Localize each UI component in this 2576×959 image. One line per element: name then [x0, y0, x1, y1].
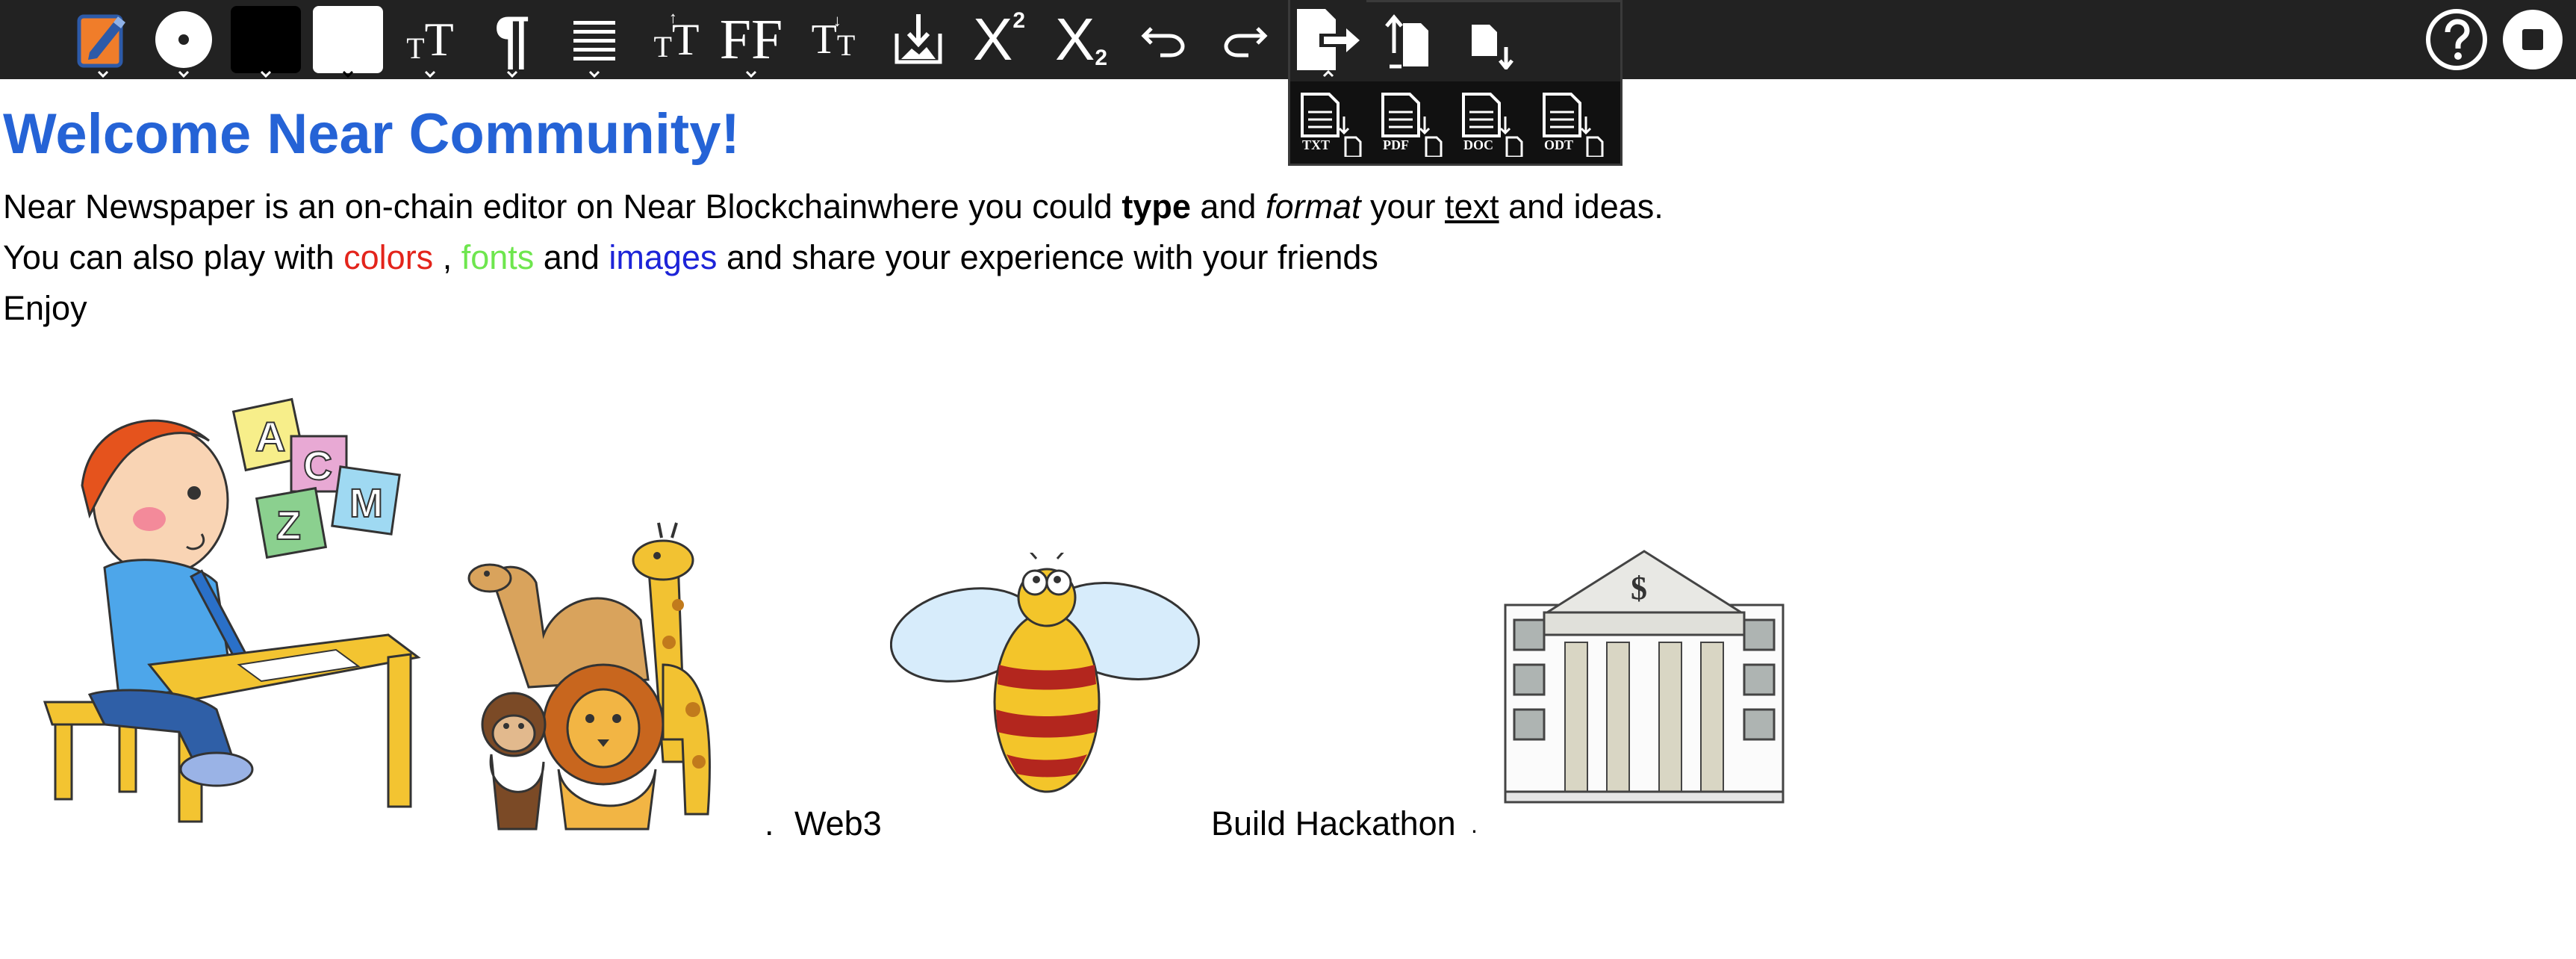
svg-text:M: M — [349, 481, 383, 526]
chevron-down-icon — [588, 70, 600, 78]
export-pdf-button[interactable]: PDF — [1374, 86, 1447, 161]
download-file-icon — [1472, 25, 1513, 69]
export-doc-button[interactable]: DOC — [1455, 86, 1528, 161]
caption-build-hackathon: Build Hackathon — [1211, 804, 1456, 842]
edit-note-icon — [77, 14, 125, 68]
chevron-up-icon — [1322, 70, 1334, 78]
disc-button[interactable] — [146, 0, 221, 79]
svg-text:$: $ — [1631, 570, 1647, 606]
import-file-button[interactable] — [1372, 0, 1447, 79]
font-family-button[interactable]: FF — [714, 0, 788, 79]
svg-text:Z: Z — [276, 503, 301, 548]
export-odt-button[interactable]: ODT — [1535, 86, 1608, 161]
background-color-swatch-icon — [313, 6, 383, 73]
caption-dot-2: . — [1471, 811, 1478, 838]
export-icon — [1297, 9, 1360, 70]
editor-toolbar: TT ¶ T T ↑ FF T ↓ T X 2 X 2 TXT PDF DOC … — [0, 0, 2576, 166]
background-color-button[interactable] — [311, 0, 385, 79]
increase-font-button[interactable]: T T ↑ — [639, 0, 714, 79]
decrease-font-button[interactable]: T ↓ T — [796, 0, 871, 79]
subscript-icon: X2 — [1054, 6, 1108, 72]
superscript-icon: X2 — [972, 6, 1026, 72]
caption-web3: Web3 — [794, 804, 882, 842]
chevron-down-icon — [745, 70, 757, 78]
chevron-down-icon — [260, 70, 272, 78]
edit-note-button[interactable] — [66, 0, 140, 79]
download-file-button[interactable] — [1455, 0, 1529, 79]
undo-icon — [1141, 27, 1185, 58]
svg-text:C: C — [303, 444, 332, 488]
export-odt-label: ODT — [1544, 137, 1574, 152]
import-file-icon — [1385, 14, 1428, 69]
bank-image: $ — [1502, 545, 1786, 807]
text-color-button[interactable] — [228, 0, 303, 79]
document-paragraph-2: You can also play with colors , fonts an… — [3, 238, 1378, 276]
chevron-down-icon — [178, 70, 190, 78]
align-icon — [573, 21, 615, 60]
help-icon — [2426, 9, 2487, 70]
chevron-down-icon — [424, 70, 436, 78]
redo-button[interactable] — [1208, 0, 1283, 79]
paragraph-icon: ¶ — [494, 4, 530, 75]
animals-image — [461, 515, 760, 837]
stop-icon — [2503, 10, 2563, 69]
document-paragraph-3: Enjoy — [3, 289, 87, 327]
font-family-icon: FF — [719, 8, 783, 71]
increase-font-icon: T T ↑ — [653, 8, 700, 64]
export-txt-label: TXT — [1302, 137, 1331, 152]
superscript-button[interactable]: X2 — [962, 0, 1036, 79]
stop-button[interactable] — [2495, 0, 2570, 79]
export-button[interactable] — [1290, 0, 1366, 79]
export-pdf-label: PDF — [1383, 137, 1409, 152]
caption-dot: . — [765, 804, 774, 842]
font-size-icon: TT — [406, 13, 454, 66]
chevron-down-icon — [97, 70, 109, 78]
undo-button[interactable] — [1126, 0, 1201, 79]
font-size-button[interactable]: TT — [393, 0, 467, 79]
insert-image-icon — [895, 14, 942, 64]
redo-icon — [1224, 27, 1268, 58]
text-color-swatch-icon — [231, 6, 301, 73]
bee-image — [889, 546, 1204, 807]
disc-icon — [155, 11, 212, 68]
chevron-down-icon — [506, 70, 518, 78]
subscript-button[interactable]: X2 — [1044, 0, 1119, 79]
decrease-font-icon: T ↓ T — [811, 11, 856, 63]
paragraph-button[interactable]: ¶ — [475, 0, 550, 79]
align-button[interactable] — [557, 0, 632, 79]
document-paragraph-1: Near Newspaper is an on-chain editor on … — [3, 187, 1664, 226]
export-doc-label: DOC — [1463, 137, 1493, 152]
document-title: Welcome Near Community! — [3, 102, 740, 166]
export-txt-button[interactable]: TXT — [1293, 86, 1366, 161]
insert-image-button[interactable] — [881, 0, 956, 79]
chevron-down-icon — [342, 70, 354, 78]
help-button[interactable] — [2419, 0, 2494, 79]
kid-writing-image: A C M Z — [37, 388, 426, 837]
svg-text:A: A — [255, 413, 285, 460]
